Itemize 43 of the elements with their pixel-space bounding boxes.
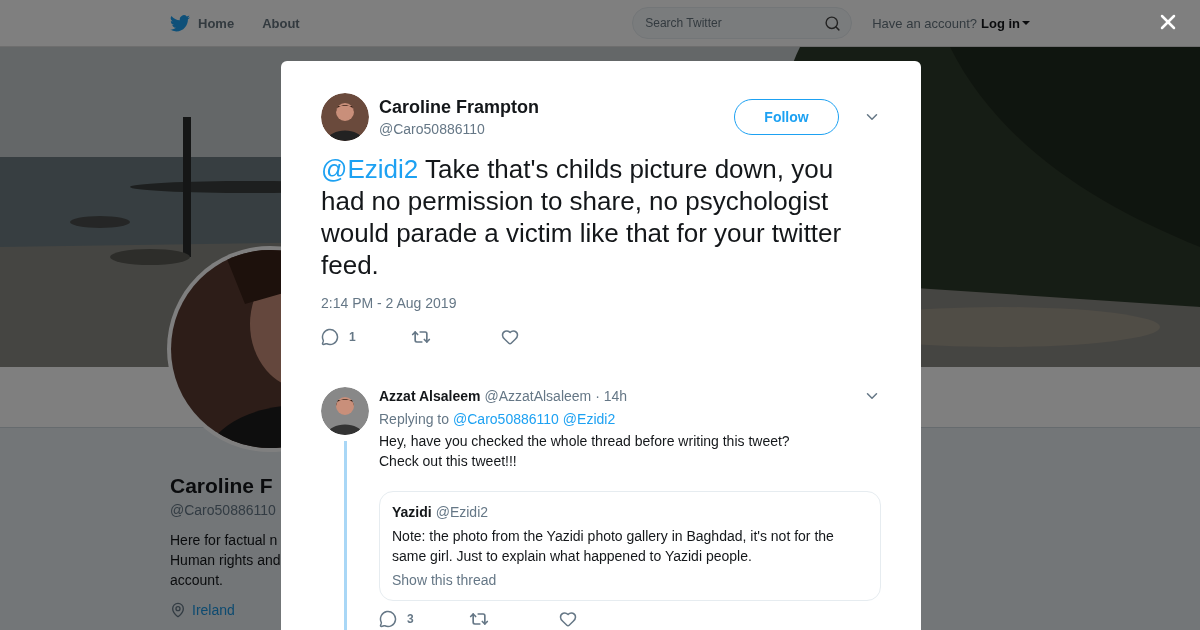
tweet-text: @Ezidi2 Take that's childs picture down, you had no permission to share, no psychologist would parade a victim like that for your twitter feed. [321, 153, 843, 281]
reply-author-name: Azzat Alsaleem [379, 388, 481, 404]
bird-logo-icon [170, 14, 190, 32]
reply-time: · 14h [595, 388, 628, 404]
quote-text: Note: the photo from the Yazidi photo gallery in Baghdad, it's not for the same girl. Just to explain what happened to Yazidi people. [392, 527, 835, 566]
bio-text: Human rights and [170, 551, 281, 570]
reply-icon[interactable] [321, 328, 339, 346]
replying-label: Replying to [379, 411, 450, 427]
reply-count: 1 [349, 330, 356, 344]
reply-text: Check out this tweet!!! [379, 452, 518, 471]
reply-text: Hey, have you checked the whole thread before writing this tweet? [379, 432, 791, 451]
nav-link[interactable]: About [262, 15, 300, 31]
profile-handle: @Caro50886110 [170, 502, 276, 518]
show-thread-link[interactable]: Show this thread [392, 572, 497, 588]
mention-link[interactable]: @Ezidi2 [321, 154, 419, 184]
bio-text: Here for factual n [170, 531, 278, 550]
like-icon[interactable] [501, 328, 519, 346]
caret-icon [1022, 21, 1030, 25]
mention-link[interactable]: @Ezidi2 [562, 411, 616, 427]
author-avatar [321, 93, 369, 141]
follow-button[interactable]: Follow [734, 99, 839, 135]
quote-author-handle: @Ezidi2 [435, 504, 489, 520]
reply-icon[interactable] [379, 610, 397, 628]
quoted-tweet[interactable]: Yazidi @Ezidi2 Note: the photo from the Yazidi photo gallery in Baghdad, it's not for the same girl. Just to explain what happened to Yazidi people. Show this thread [379, 491, 881, 601]
location-link[interactable]: Ireland [192, 602, 235, 618]
login-link[interactable]: Log in [981, 15, 1030, 31]
author-name: Caroline Frampton [379, 97, 540, 118]
quote-author-name: Yazidi [392, 504, 432, 520]
like-icon[interactable] [559, 610, 577, 628]
location-icon [170, 602, 186, 618]
profile-name: Caroline F [170, 474, 273, 498]
nav-link[interactable]: Home [170, 14, 235, 32]
reply-avatar [321, 387, 369, 435]
reply-author-handle: @AzzatAlsaleem [484, 388, 592, 404]
reply-count: 3 [407, 612, 414, 626]
search-input[interactable]: Search Twitter [643, 15, 825, 31]
mention-link[interactable]: @Caro50886110 [453, 411, 559, 427]
tweet-time: 2:14 PM - 2 Aug 2019 [321, 295, 458, 311]
search-icon [824, 14, 842, 32]
search-field[interactable]: Search Twitter [632, 7, 853, 39]
account-prompt: Have an account? [872, 15, 977, 31]
bio-text: account. [170, 571, 223, 590]
author-handle: @Caro50886110 [379, 121, 486, 137]
